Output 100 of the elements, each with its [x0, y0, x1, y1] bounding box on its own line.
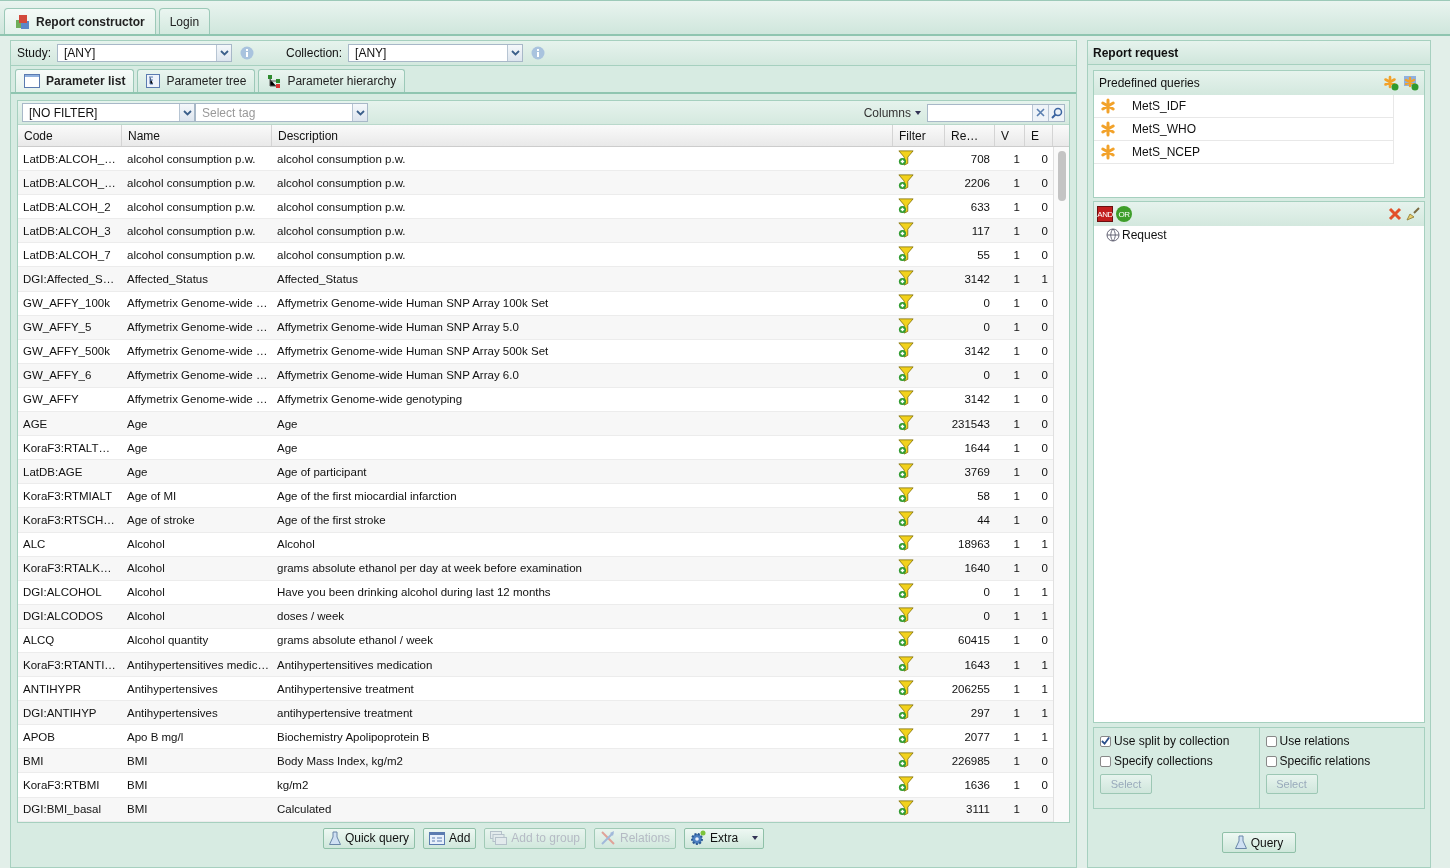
filter-add-icon[interactable]	[898, 800, 914, 817]
dropdown-button[interactable]	[352, 104, 367, 121]
filter-add-icon[interactable]	[898, 607, 914, 624]
filter-add-icon[interactable]	[898, 559, 914, 576]
and-button[interactable]: AND	[1097, 206, 1113, 222]
table-cell-text: 1	[1012, 562, 1021, 575]
chevron-down-icon	[510, 50, 520, 56]
table-cell-text: antihypertensive treatment	[276, 706, 414, 719]
filter-add-icon[interactable]	[898, 438, 914, 455]
info-icon[interactable]	[531, 46, 546, 60]
dropdown-button[interactable]	[507, 45, 523, 61]
form-icon	[428, 831, 445, 845]
dropdown-button[interactable]	[179, 104, 194, 121]
checkbox-option[interactable]: Use split by collection	[1100, 734, 1253, 748]
filter-select[interactable]: [NO FILTER]	[22, 103, 195, 122]
column-header[interactable]: V	[995, 125, 1025, 146]
filter-add-icon[interactable]	[898, 462, 914, 479]
filter-add-icon[interactable]	[898, 776, 914, 792]
filter-add-icon[interactable]	[898, 366, 914, 383]
table-cell-text: LatDB:AGE	[22, 465, 84, 478]
filter-add-icon[interactable]	[898, 245, 914, 262]
table-cell-text: LatDB:ALCOH_7	[22, 248, 112, 261]
filter-add-icon[interactable]	[898, 173, 914, 190]
view-tab[interactable]: Parameter tree	[137, 69, 256, 92]
table-cell-text: alcohol consumption p.w.	[126, 152, 257, 165]
column-header[interactable]: Code	[18, 125, 122, 146]
table-cell-text: 0	[1040, 489, 1049, 502]
filter-add-icon[interactable]	[898, 703, 914, 720]
column-header[interactable]: Name	[122, 125, 272, 146]
window-icon	[24, 74, 40, 88]
table-cell-text: grams absolute ethanol / week	[276, 634, 434, 647]
scrollbar-thumb[interactable]	[1058, 151, 1066, 201]
filter-add-icon[interactable]	[898, 583, 914, 600]
table-cell-text: 0	[982, 297, 991, 310]
table-cell-text: GW_AFFY_5	[22, 321, 93, 334]
table-cell-text: 1	[1012, 321, 1021, 334]
columns-menu[interactable]: Columns	[863, 105, 921, 120]
study-select[interactable]: [ANY]	[57, 44, 233, 62]
filter-add-icon[interactable]	[898, 294, 914, 311]
query-item[interactable]: MetS_NCEP	[1094, 141, 1394, 164]
table-cell-text: 231543	[950, 417, 991, 430]
table-cell-text: Apo B mg/l	[126, 730, 185, 743]
filter-add-icon[interactable]	[898, 727, 914, 744]
table-cell-text: doses / week	[276, 610, 346, 623]
dropdown-button[interactable]	[216, 45, 232, 61]
table-cell-text: 3111	[965, 803, 991, 816]
view-tab[interactable]: Parameter list	[15, 69, 135, 92]
search-field[interactable]	[927, 103, 1065, 122]
add-query-icon[interactable]	[1383, 75, 1399, 91]
table-cell-text: Affymetrix Genome-wide Human SNP Array 100k Set	[276, 297, 550, 310]
filter-add-icon[interactable]	[898, 270, 914, 286]
action-button[interactable]: Extra	[684, 827, 765, 849]
tree-node[interactable]: Request	[1094, 226, 1424, 244]
table-cell-text: 0	[1040, 176, 1049, 189]
column-header[interactable]: Description	[272, 125, 893, 146]
filter-add-icon[interactable]	[898, 679, 914, 696]
flask-icon	[328, 830, 341, 846]
filter-add-icon[interactable]	[898, 342, 914, 359]
query-item[interactable]: MetS_IDF	[1094, 95, 1394, 118]
filter-add-icon[interactable]	[898, 655, 914, 672]
clear-button[interactable]	[1032, 104, 1048, 121]
checkbox-option[interactable]: Use relations	[1265, 734, 1418, 748]
table-cell-text: 1	[1012, 248, 1021, 261]
filter-add-icon[interactable]	[898, 414, 914, 431]
query-button[interactable]: Query	[1221, 832, 1297, 853]
table-cell-text: 1	[1040, 658, 1049, 671]
view-tab[interactable]: Parameter hierarchy	[258, 69, 406, 92]
collection-select[interactable]: [ANY]	[348, 44, 524, 62]
app-tab[interactable]: Report constructor	[4, 8, 156, 34]
action-button[interactable]: Add	[422, 827, 477, 849]
table-cell-text: LatDB:ALCOH_2	[22, 200, 112, 213]
filter-add-icon[interactable]	[898, 149, 914, 166]
close-icon[interactable]	[1388, 207, 1402, 221]
filter-add-icon[interactable]	[898, 510, 914, 527]
table-cell-text: 1	[1012, 803, 1021, 816]
info-icon[interactable]	[240, 46, 255, 60]
checkbox-option[interactable]: Specify collections	[1100, 754, 1253, 768]
column-header[interactable]: Filter	[893, 125, 945, 146]
filter-add-icon[interactable]	[898, 535, 914, 552]
import-query-icon[interactable]	[1403, 75, 1419, 91]
filter-add-icon[interactable]	[898, 318, 914, 335]
tree-icon	[146, 74, 161, 88]
filter-add-icon[interactable]	[898, 197, 914, 214]
search-button[interactable]	[1048, 104, 1064, 121]
brush-icon[interactable]	[1405, 206, 1421, 222]
table-cell-text: Antihypertensives	[126, 706, 219, 719]
column-header[interactable]: E	[1025, 125, 1053, 146]
query-item[interactable]: MetS_WHO	[1094, 118, 1394, 141]
filter-add-icon[interactable]	[898, 631, 914, 648]
checkbox-option[interactable]: Specific relations	[1265, 754, 1418, 768]
filter-add-icon[interactable]	[898, 221, 914, 238]
table-cell-text: Affymetrix Genome-wide …	[126, 369, 269, 382]
filter-add-icon[interactable]	[898, 751, 914, 768]
app-tab[interactable]: Login	[158, 8, 211, 34]
chevron-down-icon	[182, 109, 192, 116]
filter-add-icon[interactable]	[898, 486, 914, 503]
filter-add-icon[interactable]	[898, 390, 914, 407]
table-cell-text: 0	[1040, 465, 1049, 478]
column-header[interactable]: Re…	[945, 125, 995, 146]
action-button[interactable]: Quick query	[322, 827, 415, 849]
